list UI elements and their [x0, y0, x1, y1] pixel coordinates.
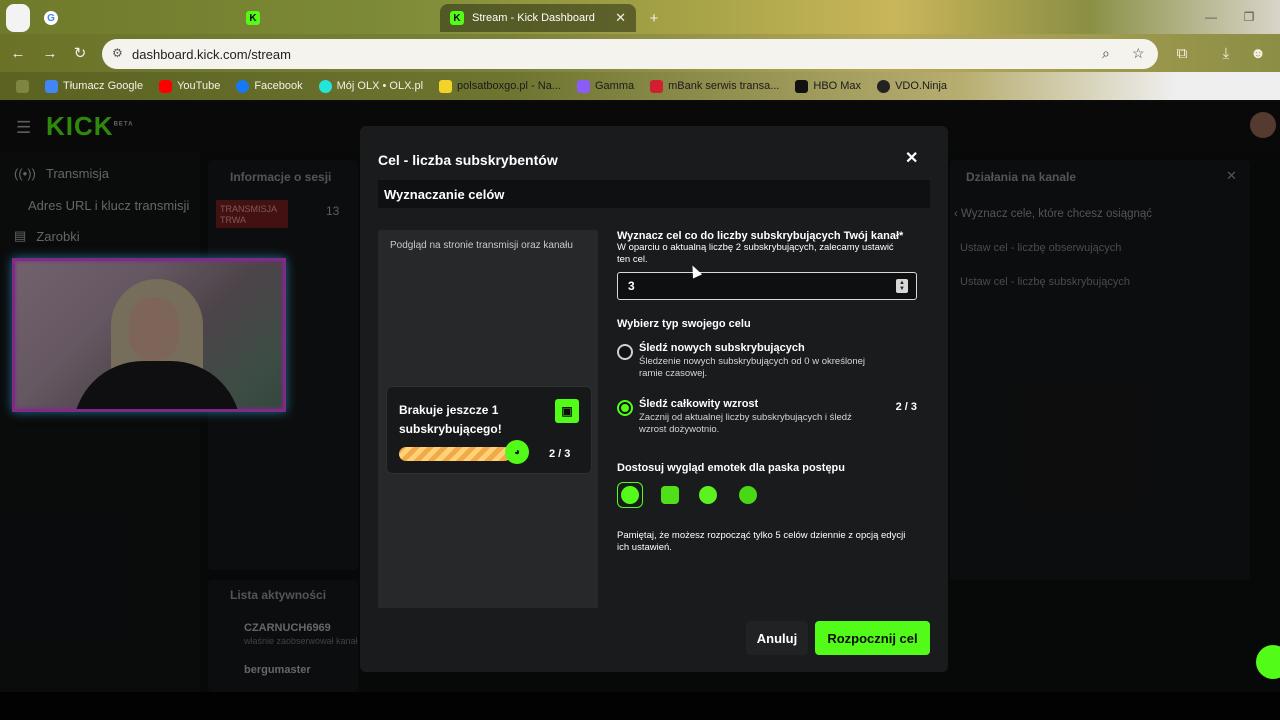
account-avatar[interactable]: ☻ [1248, 43, 1268, 63]
bottom-strip [0, 692, 1280, 720]
section-header: Wyznaczanie celów [378, 180, 930, 208]
apps-icon[interactable] [8, 72, 37, 100]
bookmark-item[interactable]: Mój OLX • OLX.pl [311, 72, 431, 100]
bookmarks-bar: Tłumacz Google YouTube Facebook Mój OLX … [0, 72, 1280, 100]
start-goal-button[interactable]: Rozpocznij cel [815, 621, 930, 655]
modal-title: Cel - liczba subskrybentów [378, 152, 558, 168]
minimize-button[interactable]: — [1196, 6, 1226, 28]
emote-1-icon[interactable] [617, 482, 643, 508]
option-total-growth[interactable]: Śledź całkowity wzrost Zacznij od aktual… [617, 396, 917, 442]
emote-4-icon[interactable] [735, 482, 761, 508]
goal-text: Brakuje jeszcze 1 subskrybującego! [399, 403, 502, 436]
zoom-icon[interactable]: ⌕ [1102, 45, 1110, 62]
radio-total-growth[interactable] [617, 400, 633, 416]
browser-tab-bar: G K K Stream - Kick Dashboard ✕ + — ❐ [0, 0, 1280, 34]
bookmark-item[interactable]: YouTube [151, 72, 228, 100]
emote-label: Dostosuj wygląd emotek dla paska postępu [617, 462, 845, 474]
new-tab-button[interactable]: + [644, 8, 664, 28]
download-icon[interactable]: ⤓ [1216, 43, 1236, 63]
kick-icon: K [246, 11, 260, 25]
gift-icon: ▣ [555, 399, 579, 423]
target-help: W oparciu o aktualną liczbę 2 subskrybuj… [617, 242, 894, 265]
target-input[interactable]: 3 ▲ ▼ [617, 272, 917, 300]
tab-title: Stream - Kick Dashboard [472, 12, 595, 24]
bookmark-item[interactable]: Tłumacz Google [37, 72, 151, 100]
bookmark-item[interactable]: polsatboxgo.pl - Na... [431, 72, 569, 100]
emote-2-icon[interactable] [657, 482, 683, 508]
extensions-icon[interactable]: ⧉ [1172, 43, 1192, 63]
bookmark-item[interactable]: VDO.Ninja [869, 72, 955, 100]
close-icon[interactable]: ✕ [905, 148, 918, 168]
number-stepper[interactable]: ▲ ▼ [896, 279, 908, 293]
goal-preview: Podgląd na stronie transmisji oraz kanał… [378, 230, 598, 608]
subscriber-goal-modal: Cel - liczba subskrybentów ✕ Wyznaczanie… [360, 126, 948, 672]
back-icon[interactable]: ← [8, 43, 28, 63]
bookmark-item[interactable]: Facebook [228, 72, 310, 100]
target-label: Wyznacz cel co do liczby subskrybujących… [617, 230, 904, 242]
bookmark-item[interactable]: mBank serwis transa... [642, 72, 787, 100]
tab-kick-other[interactable]: K [236, 4, 436, 32]
cancel-button[interactable]: Anuluj [746, 621, 808, 655]
tab-kick-dashboard[interactable]: K Stream - Kick Dashboard ✕ [440, 4, 636, 32]
tab-google[interactable]: G [34, 4, 230, 32]
type-label: Wybierz typ swojego celu [617, 318, 751, 330]
url-input[interactable]: ⚙ dashboard.kick.com/stream ⌕ ☆ [102, 39, 1158, 69]
emote-3-icon[interactable] [695, 482, 721, 508]
goal-card: Brakuje jeszcze 1 subskrybującego! ▣ ◕ 2… [386, 386, 592, 474]
address-bar-row: ← → ↻ ⚙ dashboard.kick.com/stream ⌕ ☆ ⧉ … [0, 34, 1280, 72]
goal-progress-bar [399, 447, 511, 461]
restore-button[interactable]: ❐ [1234, 6, 1264, 28]
forward-icon[interactable]: → [40, 43, 60, 63]
bookmark-item[interactable]: Gamma [569, 72, 642, 100]
profile-button[interactable] [6, 4, 30, 32]
bookmark-star-icon[interactable]: ☆ [1132, 45, 1145, 62]
goal-count: 2 / 3 [549, 448, 571, 460]
close-tab-icon[interactable]: ✕ [615, 10, 626, 26]
limit-note: Pamiętaj, że możesz rozpocząć tylko 5 ce… [617, 530, 906, 553]
bookmark-item[interactable]: HBO Max [787, 72, 869, 100]
progress-emote-icon: ◕ [505, 440, 529, 464]
emote-picker [617, 482, 777, 510]
kick-icon: K [450, 11, 464, 25]
google-icon: G [44, 11, 58, 25]
preview-label: Podgląd na stronie transmisji oraz kanał… [390, 240, 573, 251]
radio-new-subs[interactable] [617, 344, 633, 360]
option-new-subs[interactable]: Śledź nowych subskrybujących Śledzenie n… [617, 340, 917, 386]
site-info-icon[interactable]: ⚙ [112, 46, 123, 60]
option-count: 2 / 3 [895, 401, 917, 413]
reload-icon[interactable]: ↻ [70, 43, 90, 63]
